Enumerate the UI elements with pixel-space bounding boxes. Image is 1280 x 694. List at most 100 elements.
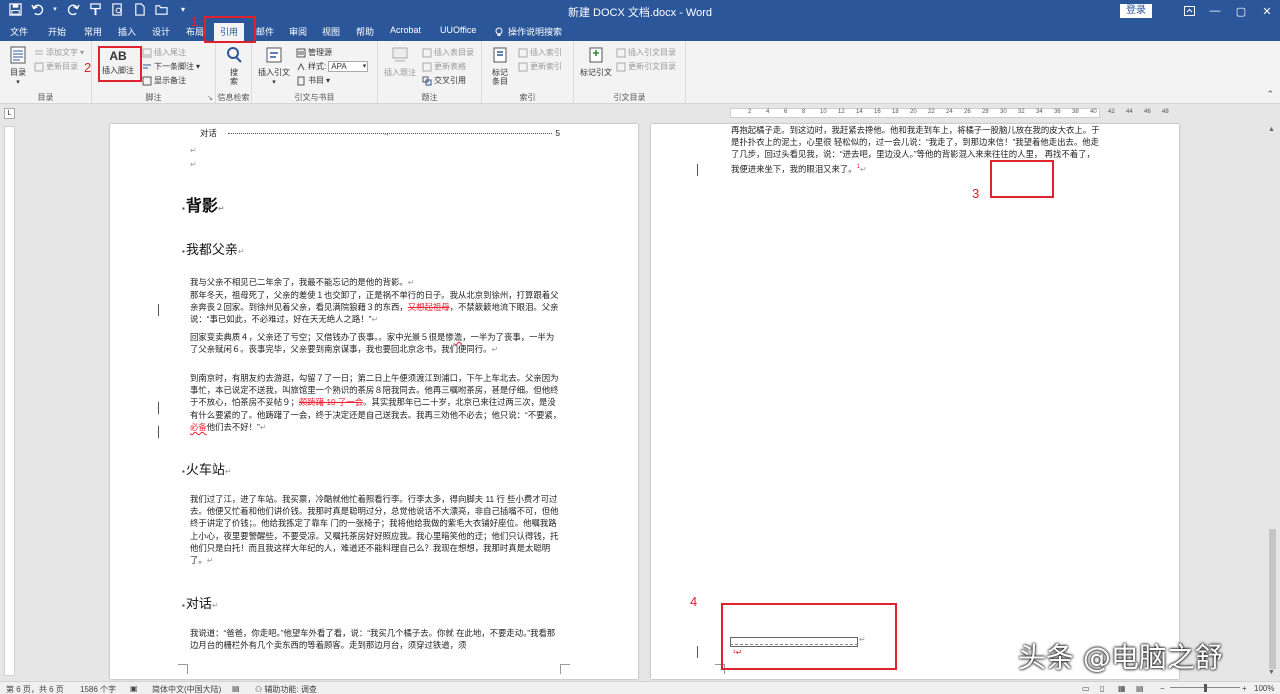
- paragraph[interactable]: 那年冬天，祖母死了，父亲的差使１也交卸了，正是祸不单行的日子。我从北京到徐州，打…: [190, 289, 562, 327]
- vertical-ruler[interactable]: [4, 126, 15, 676]
- new-document-icon[interactable]: [132, 2, 146, 16]
- mark-citation-button[interactable]: 标记引文: [580, 45, 612, 77]
- update-toa-icon: [616, 62, 626, 72]
- focus-mode-icon[interactable]: ▭: [1082, 684, 1090, 693]
- redo-icon[interactable]: [66, 2, 80, 16]
- next-footnote-button[interactable]: 下一条脚注 ▾: [142, 61, 200, 72]
- bibliography-button[interactable]: 书目 ▾: [296, 75, 330, 86]
- insert-caption-label: 插入题注: [384, 68, 416, 77]
- read-mode-icon[interactable]: ▯: [1100, 684, 1104, 693]
- mark-citation-label: 标记引文: [580, 68, 612, 77]
- paragraph[interactable]: 我们过了江，进了车站。我买票，冷酷就他忙着照看行李。行李太多，得向脚夫 11 行…: [190, 493, 562, 567]
- scroll-down-icon[interactable]: ▼: [1268, 669, 1275, 676]
- save-icon[interactable]: [8, 2, 22, 16]
- undo-icon[interactable]: [30, 2, 44, 16]
- tab-mailings[interactable]: 邮件: [256, 25, 274, 38]
- open-folder-icon[interactable]: [154, 2, 168, 16]
- tab-help[interactable]: 帮助: [356, 25, 374, 38]
- proofing-icon[interactable]: ▣: [130, 684, 138, 693]
- toc-button[interactable]: 目录 ▾: [8, 45, 28, 87]
- insert-endnote-button[interactable]: 插入尾注: [142, 47, 186, 58]
- close-button[interactable]: ✕: [1254, 0, 1280, 22]
- paragraph[interactable]: 到南京时，有朋友约去游逛，勾留７了一日；第二日上午便须渡江到浦口，下午上车北去。…: [190, 372, 562, 434]
- paragraph[interactable]: 我说道：“爸爸，你走吧。”他望车外看了看，说：“我买几个橘子去。你就 在此地，不…: [190, 627, 562, 651]
- section-heading[interactable]: ▪火车站↵: [182, 459, 232, 478]
- language-indicator[interactable]: 简体中文(中国大陆): [152, 684, 221, 694]
- undo-dropdown-icon[interactable]: ▾: [52, 2, 58, 16]
- search-button[interactable]: 搜索: [224, 45, 244, 86]
- show-notes-button[interactable]: 显示备注: [142, 75, 186, 86]
- document-page-left[interactable]: 对话 → 5 ↵ ↵ ▪背影↵ ▪我都父亲↵ 我与父亲不相见已二年余了，我最不能…: [110, 124, 638, 679]
- login-button[interactable]: 登录: [1120, 4, 1152, 18]
- accessibility-status[interactable]: ⚇ 辅助功能: 调查: [255, 684, 317, 694]
- zoom-slider-thumb[interactable]: [1204, 684, 1207, 692]
- update-toa-button[interactable]: 更新引文目录: [616, 61, 676, 72]
- insert-citation-button[interactable]: 插入引文 ▾: [258, 45, 290, 87]
- group-captions: 插入题注 插入表目录 更新表格 交叉引用 题注: [378, 41, 482, 104]
- toc-entry-line[interactable]: 对话 → 5: [190, 127, 562, 140]
- update-index-icon: [518, 62, 528, 72]
- cross-reference-button[interactable]: 交叉引用: [422, 75, 466, 86]
- update-toc-button[interactable]: 更新目录: [34, 61, 78, 72]
- tab-insert[interactable]: 插入: [118, 25, 136, 38]
- zoom-in-button[interactable]: +: [1242, 684, 1247, 693]
- tab-view[interactable]: 视图: [322, 25, 340, 38]
- tab-review[interactable]: 审阅: [289, 25, 307, 38]
- section-heading[interactable]: ▪我都父亲↵: [182, 239, 245, 258]
- ruler-number: 38: [1072, 109, 1079, 115]
- search-button-label: 搜索: [230, 68, 238, 86]
- tab-uuoffice[interactable]: UUOffice: [440, 25, 476, 35]
- restore-button[interactable]: ▢: [1228, 0, 1254, 22]
- insert-table-of-figures-button[interactable]: 插入表目录: [422, 47, 474, 58]
- add-text-icon: [34, 48, 44, 58]
- section-heading-text: 火车站: [185, 462, 225, 477]
- ribbon-display-options-icon[interactable]: [1176, 0, 1202, 22]
- scroll-up-icon[interactable]: ▲: [1268, 126, 1275, 133]
- paragraph[interactable]: 我与父亲不相见已二年余了，我最不能忘记的是他的背影。↵: [190, 276, 562, 289]
- ruler-number: 10: [820, 109, 827, 115]
- macro-icon[interactable]: ▤: [232, 684, 240, 693]
- collapse-ribbon-icon[interactable]: ⌃: [1266, 89, 1274, 100]
- bibliography-label: 书目: [308, 76, 324, 85]
- add-text-button[interactable]: 添加文字 ▾: [34, 47, 84, 58]
- tab-common[interactable]: 常用: [84, 25, 102, 38]
- citation-style-select[interactable]: APA: [328, 61, 369, 72]
- scrollbar-thumb[interactable]: [1269, 529, 1276, 669]
- page-count[interactable]: 第 6 页，共 6 页: [6, 684, 64, 694]
- tab-file[interactable]: 文件: [10, 25, 28, 38]
- vertical-scrollbar[interactable]: ▲ ▼: [1265, 124, 1280, 681]
- document-page-right[interactable]: 再抱起橘子走。到这边时，我赶紧去搀他。他和我走到车上，将橘子一股脑儿放在我的皮大…: [651, 124, 1179, 679]
- format-painter-icon[interactable]: [88, 2, 102, 16]
- group-captions-label: 题注: [421, 93, 438, 102]
- update-table-button[interactable]: 更新表格: [422, 61, 466, 72]
- group-index-label: 索引: [519, 93, 536, 102]
- tab-acrobat[interactable]: Acrobat: [390, 25, 421, 35]
- paragraph-text: 回家变卖典质４，父亲还了亏空；又借钱办了丧事。。家中光景５很是惨: [190, 332, 454, 342]
- word-count[interactable]: 1586 个字: [80, 684, 116, 694]
- ruler-number: 48: [1162, 109, 1169, 115]
- section-heading[interactable]: ▪对话↵: [182, 593, 219, 612]
- tab-home[interactable]: 开始: [48, 25, 66, 38]
- print-preview-icon[interactable]: [110, 2, 124, 16]
- insert-toa-button[interactable]: 插入引文目录: [616, 47, 676, 58]
- tab-design[interactable]: 设计: [152, 25, 170, 38]
- web-layout-icon[interactable]: ▤: [1136, 684, 1144, 693]
- print-layout-icon[interactable]: ▦: [1118, 684, 1126, 693]
- dialog-launcher-icon[interactable]: ↘: [207, 94, 213, 102]
- manage-sources-button[interactable]: 管理源: [296, 47, 332, 58]
- customize-toolbar-icon[interactable]: ▾: [176, 2, 190, 16]
- tab-selector[interactable]: L: [4, 108, 15, 119]
- insert-index-button[interactable]: 插入索引: [518, 47, 562, 58]
- update-index-button[interactable]: 更新索引: [518, 61, 562, 72]
- document-title[interactable]: ▪背影↵: [182, 192, 225, 216]
- annotation-box-insert-footnote: [98, 46, 142, 82]
- zoom-level[interactable]: 100%: [1254, 684, 1274, 693]
- mark-entry-button[interactable]: 标记条目: [490, 45, 510, 86]
- tell-me-search[interactable]: 操作说明搜索: [494, 25, 562, 38]
- group-citations: 插入引文 ▾ 管理源 样式:APA 书目▾ 引文与书目: [252, 41, 378, 104]
- minimize-button[interactable]: —: [1202, 0, 1228, 22]
- zoom-out-button[interactable]: −: [1160, 684, 1165, 693]
- paragraph[interactable]: 回家变卖典质４，父亲还了亏空；又借钱办了丧事。。家中光景５很是惨澹，一半为了丧事…: [190, 331, 562, 356]
- toc-page-number: 5: [553, 127, 560, 140]
- insert-caption-button[interactable]: 插入题注: [384, 45, 416, 77]
